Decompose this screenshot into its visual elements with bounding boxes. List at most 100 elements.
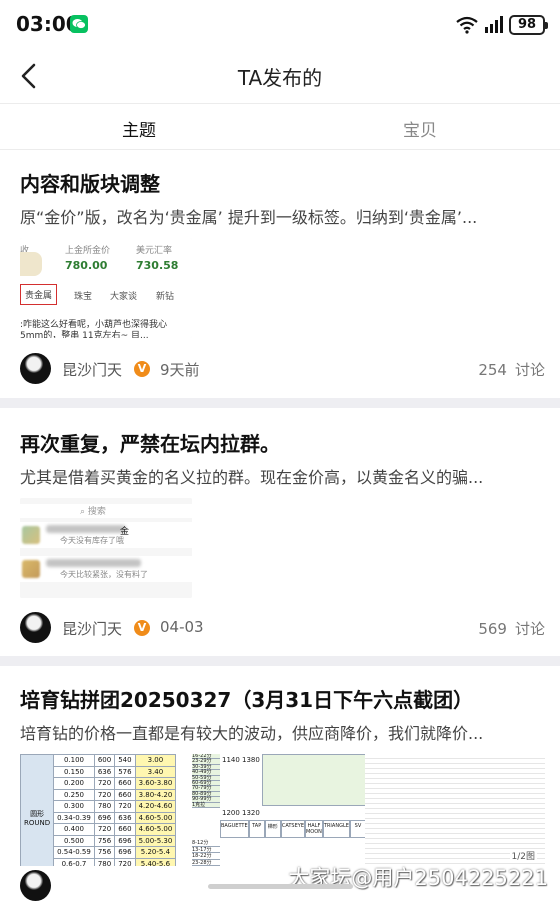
author-row: 昆沙门天 V 04-03 569 讨论 bbox=[20, 612, 545, 644]
tab-treasure[interactable]: 宝贝 bbox=[403, 116, 437, 141]
home-indicator[interactable] bbox=[208, 884, 353, 889]
price-table-row: 圆形 ROUND 0.100 600 540 3.00 bbox=[20, 754, 177, 866]
post-divider bbox=[0, 656, 560, 666]
shape-header: TAP bbox=[248, 820, 265, 838]
post-thumbnail[interactable]: ⌕ 搜索 金 今天没有库存了哦 今天比较紧张，没有料了 bbox=[20, 498, 192, 598]
thumb-text: 5mm的，整串 11克左右~ 目... bbox=[20, 331, 149, 338]
thumb-chat-row: 今天比较紧张，没有料了 bbox=[20, 556, 192, 582]
discussion-label: 讨论 bbox=[514, 361, 545, 379]
thumb-tab-new-diamond: 新钻 bbox=[156, 292, 175, 302]
price-table-cell: 5.20-5.4 bbox=[134, 846, 177, 859]
price-table-cell: 0.400 bbox=[53, 823, 95, 836]
thumb-tab-discussion: 大家谈 bbox=[110, 292, 138, 302]
nav-bar: TA发布的 bbox=[0, 50, 560, 102]
size-price-value: 1380 bbox=[242, 756, 260, 764]
shape-header: CATSEYE bbox=[280, 820, 305, 838]
shape-header: TRIANGLE bbox=[322, 820, 350, 838]
inventory-list-image: 1/2图 bbox=[365, 754, 545, 866]
size-price-value: 1200 bbox=[222, 809, 240, 817]
price-table-cell: 0.250 bbox=[53, 788, 95, 801]
author-name[interactable]: 昆沙门天 bbox=[62, 618, 122, 639]
price-table-cell: 696 bbox=[114, 846, 136, 859]
thumb-label: 美元汇率 bbox=[136, 246, 173, 256]
price-table-cell: 3.00 bbox=[134, 754, 177, 767]
price-table-cell: 756 bbox=[93, 846, 116, 859]
shape-header: BAGUETTE bbox=[220, 820, 249, 838]
price-table-cell: 720 bbox=[93, 788, 116, 801]
thumb-tab-jewelry: 珠宝 bbox=[74, 292, 93, 302]
discussion-label: 讨论 bbox=[514, 620, 545, 638]
post-excerpt: 培育钻的价格一直都是有较大的波动，供应商降价，我们就降价... bbox=[20, 724, 484, 743]
price-table-cell: 3.60-3.80 bbox=[134, 777, 177, 790]
battery-level-text: 98 bbox=[517, 17, 537, 32]
thumb-tab-precious-metal: 贵金属 bbox=[20, 284, 58, 305]
price-table-cell: 0.54-0.59 bbox=[53, 846, 95, 859]
avatar[interactable] bbox=[20, 353, 51, 384]
shape-label: 圆形 ROUND bbox=[20, 754, 55, 866]
wechat-icon bbox=[70, 15, 88, 33]
price-table-cell: 720 bbox=[114, 800, 136, 813]
price-table-cell: 780 bbox=[93, 857, 116, 866]
post-card[interactable]: 内容和版块调整 原“金价”版，改名为‘贵金属’ 提升到一级标签。归纳到‘贵金属’… bbox=[0, 168, 560, 396]
author-row: 昆沙门天 V 9天前 254 讨论 bbox=[20, 353, 545, 385]
post-card[interactable]: 再次重复，严禁在坛内拉群。 尤其是借着买黄金的名义拉的群。现在金价高，以黄金名义… bbox=[0, 428, 560, 656]
gold-bars-image bbox=[20, 252, 42, 276]
price-table-cell: 696 bbox=[114, 834, 136, 847]
author-name[interactable]: 昆沙门天 bbox=[62, 359, 122, 380]
wifi-icon bbox=[456, 16, 478, 34]
size-price-table: 16-22分 23-29分 30-39分 40-49分 50-59分 60-69分 70-7… bbox=[192, 754, 382, 866]
price-table-cell: 0.300 bbox=[53, 800, 95, 813]
size-price-value: 1140 bbox=[222, 756, 240, 764]
tab-topics[interactable]: 主题 bbox=[122, 116, 156, 141]
price-table-cell: 5.40-5.6 bbox=[134, 857, 177, 866]
tab-bar: 主题 宝贝 bbox=[0, 103, 560, 150]
photo-count-badge: 1/2图 bbox=[509, 849, 537, 862]
shape-header: SV bbox=[349, 820, 366, 838]
price-table-cell: 0.150 bbox=[53, 765, 95, 778]
price-table-cell: 0.100 bbox=[53, 754, 95, 767]
price-table-cell: 0.6-0.7 bbox=[53, 857, 95, 866]
status-bar: 03:00 98 bbox=[0, 0, 560, 50]
price-table-cell: 660 bbox=[114, 823, 136, 836]
price-table-cell: 3.80-4.20 bbox=[134, 788, 177, 801]
avatar[interactable] bbox=[20, 612, 51, 643]
post-thumbnail[interactable]: 收 上金所金价 美元汇率 780.00 730.58 贵金属 珠宝 大家谈 新钻… bbox=[20, 238, 192, 338]
price-table-cell: 720 bbox=[114, 857, 136, 866]
thumb-search-bar: ⌕ 搜索 bbox=[20, 504, 192, 518]
post-thumbnail[interactable]: 圆形 ROUND 0.100 600 540 3.00 0.150 636 576 3.40 0.2… bbox=[20, 754, 545, 866]
shape-label-cn: 圆形 bbox=[30, 809, 45, 818]
gold-price-value: 780.00 bbox=[65, 259, 108, 272]
price-table-cell: 4.60-5.00 bbox=[134, 811, 177, 824]
price-table-cell: 696 bbox=[93, 811, 116, 824]
post-date: 04-03 bbox=[160, 618, 204, 636]
discussion-number: 254 bbox=[478, 361, 507, 379]
price-table-cell: 4.60-5.00 bbox=[134, 823, 177, 836]
price-table-cell: 0.500 bbox=[53, 834, 95, 847]
price-table-cell: 660 bbox=[114, 788, 136, 801]
shape-header: HALF MOON bbox=[304, 820, 323, 838]
post-title[interactable]: 再次重复，严禁在坛内拉群。 bbox=[20, 428, 280, 457]
green-cell-block bbox=[262, 754, 366, 806]
price-table-cell: 0.34-0.39 bbox=[53, 811, 95, 824]
price-table-cell: 4.20-4.60 bbox=[134, 800, 177, 813]
thumb-chat-subtitle: 今天没有库存了哦 bbox=[60, 536, 124, 545]
price-table-cell: 576 bbox=[114, 765, 136, 778]
post-title[interactable]: 内容和版块调整 bbox=[20, 168, 160, 197]
size-label: 1克拉 bbox=[192, 802, 220, 808]
size-label: 23-28分 bbox=[192, 860, 220, 866]
verified-badge-icon: V bbox=[134, 361, 150, 377]
post-excerpt: 原“金价”版，改名为‘贵金属’ 提升到一级标签。归纳到‘贵金属’... bbox=[20, 208, 478, 227]
verified-badge-icon: V bbox=[134, 620, 150, 636]
post-title[interactable]: 培育钻拼团20250327（3月31日下午六点截团） bbox=[20, 684, 473, 713]
price-table-cell: 756 bbox=[93, 834, 116, 847]
price-table-cell: 540 bbox=[114, 754, 136, 767]
price-table-cell: 636 bbox=[93, 765, 116, 778]
shape-label-en: ROUND bbox=[24, 818, 51, 827]
discussion-number: 569 bbox=[478, 620, 507, 638]
price-table-cell: 720 bbox=[93, 823, 116, 836]
post-divider bbox=[0, 398, 560, 408]
price-table-cell: 600 bbox=[93, 754, 116, 767]
post-date: 9天前 bbox=[160, 361, 200, 379]
avatar[interactable] bbox=[20, 870, 51, 901]
price-table: 圆形 ROUND 0.100 600 540 3.00 0.150 636 576 3.40 0.2… bbox=[20, 754, 177, 866]
